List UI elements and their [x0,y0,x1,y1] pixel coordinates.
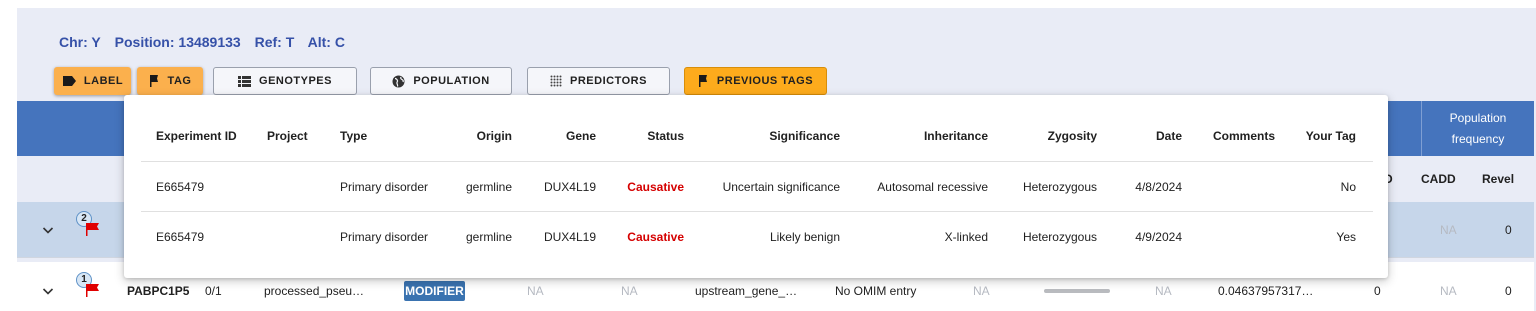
revel-column-header: Revel [1482,172,1515,186]
your-tag-cell: Yes [1336,230,1356,244]
gene-value[interactable]: PABPC1P5 [127,284,189,298]
biotype-value: processed_pseu… [264,284,365,298]
revel-value: 0 [1505,223,1512,237]
origin-header: Origin [476,129,512,143]
your-tag-cell: No [1340,180,1356,194]
gene-header: Gene [565,129,596,143]
origin-cell: germline [465,230,512,244]
cadd-value: NA [1440,223,1457,237]
population-button[interactable]: POPULATION [370,67,512,95]
comments-header: Comments [1213,129,1276,143]
flag-icon [698,75,707,87]
flag-icon [149,75,158,87]
flag-icon [86,223,99,236]
significance-cell: Likely benign [769,230,840,244]
list-icon [238,75,252,87]
na-value: NA [621,284,638,298]
position-label: Position: 13489133 [114,34,241,50]
inheritance-header: Inheritance [923,129,988,143]
na-value: NA [973,284,990,298]
ref-label: Ref: T [254,34,295,50]
divider [141,211,1373,212]
chr-label: Chr: Y [59,34,101,50]
gene-cell: DUX4L19 [543,180,596,194]
gene-cell: DUX4L19 [543,230,596,244]
population-button-text: POPULATION [413,75,490,87]
consequence-value: upstream_gene_… [695,284,798,298]
divider [141,161,1373,162]
previous-tags-button-text: PREVIOUS TAGS [716,75,814,87]
d-value: 0 [1374,284,1381,298]
score-bar [1044,289,1110,293]
genotypes-button[interactable]: GENOTYPES [213,67,357,95]
alt-label: Alt: C [307,34,345,50]
genotypes-button-text: GENOTYPES [259,75,332,87]
revel-value: 0 [1505,284,1512,298]
chevron-down-icon[interactable] [42,224,54,236]
status-cell: Causative [627,180,684,194]
na-value: NA [1155,284,1172,298]
zygosity-header: Zygosity [1047,129,1097,143]
significance-header: Significance [769,129,840,143]
zygosity-cell: Heterozygous [1022,230,1097,244]
experiment-id-header: Experiment ID [156,129,237,143]
experiment-id-cell: E665479 [156,230,205,244]
tag-button[interactable]: TAG [137,67,203,95]
predictors-button-text: PREDICTORS [570,75,647,87]
grid-dots-icon [550,75,562,87]
variant-info: Chr: Y Position: 13489133 Ref: T Alt: C [59,34,355,50]
chevron-down-icon[interactable] [42,285,54,297]
label-button[interactable]: LABEL [54,67,131,95]
label-button-text: LABEL [83,75,124,87]
significance-cell: Uncertain significance [722,180,840,194]
genotype-value: 0/1 [205,284,222,298]
predictors-button[interactable]: PREDICTORS [527,67,670,95]
your-tag-header: Your Tag [1305,129,1356,143]
previous-tags-button[interactable]: PREVIOUS TAGS [684,67,827,95]
impact-badge: MODIFIER [404,281,465,301]
project-header: Project [267,129,308,143]
date-cell: 4/9/2024 [1135,230,1182,244]
date-header: Date [1155,129,1182,143]
status-header: Status [647,129,684,143]
cadd-value: NA [1440,284,1457,298]
cadd-column-header: CADD [1421,172,1456,186]
label-icon [62,76,76,86]
origin-cell: germline [465,180,512,194]
omim-value: No OMIM entry [835,284,917,298]
type-cell: Primary disorder [340,230,429,244]
tag-button-text: TAG [167,75,192,87]
type-header: Type [340,129,368,143]
inheritance-cell: Autosomal recessive [877,180,988,194]
frequency-value: 0.04637957317… [1218,284,1314,298]
flag-icon [86,284,99,297]
zygosity-cell: Heterozygous [1022,180,1097,194]
date-cell: 4/8/2024 [1135,180,1182,194]
type-cell: Primary disorder [340,180,429,194]
experiment-id-cell: E665479 [156,180,205,194]
globe-icon [392,75,405,87]
population-frequency-header: Population frequency [1421,101,1534,156]
na-value: NA [527,284,544,298]
inheritance-cell: X-linked [944,230,988,244]
status-cell: Causative [627,230,684,244]
